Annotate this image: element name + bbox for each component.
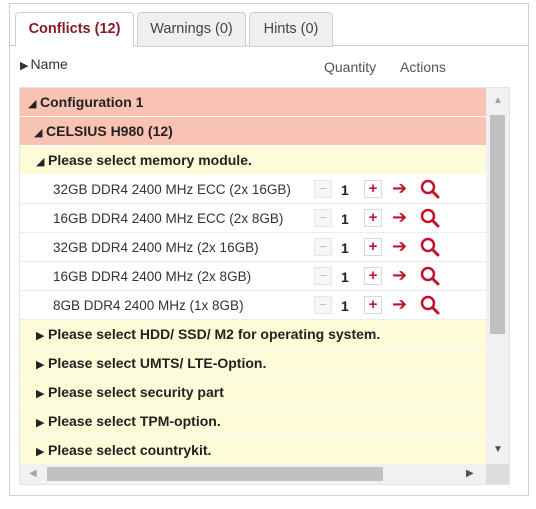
horizontal-scroll-thumb[interactable]	[47, 467, 383, 481]
search-icon[interactable]	[420, 295, 440, 315]
decrement-button[interactable]: −	[314, 238, 332, 256]
memory-group-row-label: ◢ Please select memory module.	[36, 152, 252, 168]
quantity-value: 1	[341, 240, 349, 256]
arrow-right-icon[interactable]: ➔	[392, 294, 407, 314]
product-label: CELSIUS H980 (12)	[46, 123, 173, 139]
increment-button[interactable]: +	[364, 296, 382, 314]
list-item[interactable]: 32GB DDR4 2400 MHz ECC (2x 16GB) − 1 + ➔	[20, 175, 486, 204]
configuration-label: Configuration 1	[40, 94, 144, 110]
decrement-button[interactable]: −	[314, 267, 332, 285]
configuration-row-label: ◢ Configuration 1	[28, 94, 143, 110]
increment-button[interactable]: +	[364, 180, 382, 198]
horizontal-scrollbar[interactable]: ◀ ▶	[20, 464, 486, 484]
expanded-triangle-icon: ◢	[34, 127, 43, 139]
arrow-right-icon[interactable]: ➔	[392, 236, 407, 256]
quantity-column-header: Quantity	[324, 59, 377, 75]
group-row[interactable]: ▶ Please select UMTS/ LTE-Option.	[20, 349, 486, 378]
group-row[interactable]: ▶ Please select HDD/ SSD/ M2 for operatin…	[20, 320, 486, 349]
group-label: Please select UMTS/ LTE-Option.	[48, 355, 267, 371]
increment-button[interactable]: +	[364, 209, 382, 227]
quantity-value: 1	[341, 269, 349, 285]
search-icon[interactable]	[420, 237, 440, 257]
group-row[interactable]: ▶ Please select security part	[20, 378, 486, 407]
group-row-label: ▶ Please select TPM-option.	[36, 413, 221, 429]
item-label: 8GB DDR4 2400 MHz (1x 8GB)	[53, 298, 244, 313]
product-row[interactable]: ◢ CELSIUS H980 (12)	[20, 117, 486, 146]
tab-hints[interactable]: Hints (0)	[249, 12, 333, 47]
sort-triangle-icon: ▶	[20, 60, 29, 72]
vertical-scroll-thumb[interactable]	[490, 115, 505, 334]
expanded-triangle-icon: ◢	[36, 156, 45, 168]
vertical-scrollbar[interactable]: ▲ ▼	[486, 88, 509, 466]
decrement-button[interactable]: −	[314, 209, 332, 227]
decrement-button[interactable]: −	[314, 296, 332, 314]
collapsed-triangle-icon: ▶	[36, 330, 45, 342]
item-label: 16GB DDR4 2400 MHz (2x 8GB)	[53, 269, 252, 284]
item-label: 16GB DDR4 2400 MHz ECC (2x 8GB)	[53, 211, 284, 226]
search-icon[interactable]	[420, 179, 440, 199]
list-item[interactable]: 8GB DDR4 2400 MHz (1x 8GB) − 1 + ➔	[20, 291, 486, 320]
tree-rows: ◢ Configuration 1 ◢ CELSIUS H980 (12) ◢ Ple…	[20, 88, 486, 466]
expanded-triangle-icon: ◢	[28, 98, 37, 110]
search-icon[interactable]	[420, 266, 440, 286]
scroll-left-icon[interactable]: ◀	[29, 468, 37, 479]
name-header-label: Name	[30, 56, 68, 72]
tab-bar: Conflicts (12) Warnings (0) Hints (0)	[10, 4, 528, 47]
search-icon[interactable]	[420, 208, 440, 228]
group-label: Please select TPM-option.	[48, 413, 221, 429]
actions-column-header: Actions	[400, 59, 446, 75]
group-row[interactable]: ▶ Please select countrykit.	[20, 436, 486, 465]
list-item[interactable]: 16GB DDR4 2400 MHz ECC (2x 8GB) − 1 + ➔	[20, 204, 486, 233]
configuration-row[interactable]: ◢ Configuration 1	[20, 88, 486, 117]
scroll-down-icon[interactable]: ▼	[493, 444, 503, 455]
quantity-value: 1	[341, 298, 349, 314]
quantity-value: 1	[341, 211, 349, 227]
group-row-label: ▶ Please select security part	[36, 384, 224, 400]
group-label: Please select security part	[48, 384, 224, 400]
memory-group-row[interactable]: ◢ Please select memory module.	[20, 146, 486, 175]
collapsed-triangle-icon: ▶	[36, 417, 45, 429]
conflict-tree: ◢ Configuration 1 ◢ CELSIUS H980 (12) ◢ Ple…	[19, 87, 510, 485]
scrollbar-corner	[486, 464, 509, 484]
conflicts-panel: Conflicts (12) Warnings (0) Hints (0) ▶ N…	[9, 3, 529, 496]
quantity-value: 1	[341, 182, 349, 198]
memory-group-label: Please select memory module.	[48, 152, 252, 168]
item-label: 32GB DDR4 2400 MHz (2x 16GB)	[53, 240, 259, 255]
list-item[interactable]: 32GB DDR4 2400 MHz (2x 16GB) − 1 + ➔	[20, 233, 486, 262]
group-label: Please select countrykit.	[48, 442, 212, 458]
increment-button[interactable]: +	[364, 238, 382, 256]
tree-header: ▶ Name Quantity Actions	[20, 56, 500, 82]
group-row-label: ▶ Please select HDD/ SSD/ M2 for operatin…	[36, 326, 380, 342]
increment-button[interactable]: +	[364, 267, 382, 285]
name-column-header[interactable]: ▶ Name	[20, 56, 68, 72]
group-label: Please select HDD/ SSD/ M2 for operating…	[48, 326, 381, 342]
scroll-right-icon[interactable]: ▶	[466, 468, 474, 479]
arrow-right-icon[interactable]: ➔	[392, 265, 407, 285]
list-item[interactable]: 16GB DDR4 2400 MHz (2x 8GB) − 1 + ➔	[20, 262, 486, 291]
collapsed-triangle-icon: ▶	[36, 359, 45, 371]
group-row[interactable]: ▶ Please select TPM-option.	[20, 407, 486, 436]
tab-conflicts[interactable]: Conflicts (12)	[15, 12, 134, 47]
tab-warnings[interactable]: Warnings (0)	[137, 12, 246, 47]
product-row-label: ◢ CELSIUS H980 (12)	[34, 123, 173, 139]
arrow-right-icon[interactable]: ➔	[392, 207, 407, 227]
collapsed-triangle-icon: ▶	[36, 446, 45, 458]
group-row-label: ▶ Please select UMTS/ LTE-Option.	[36, 355, 266, 371]
item-label: 32GB DDR4 2400 MHz ECC (2x 16GB)	[53, 182, 291, 197]
decrement-button[interactable]: −	[314, 180, 332, 198]
arrow-right-icon[interactable]: ➔	[392, 178, 407, 198]
scroll-up-icon[interactable]: ▲	[493, 95, 503, 106]
collapsed-triangle-icon: ▶	[36, 388, 45, 400]
group-row-label: ▶ Please select countrykit.	[36, 442, 211, 458]
